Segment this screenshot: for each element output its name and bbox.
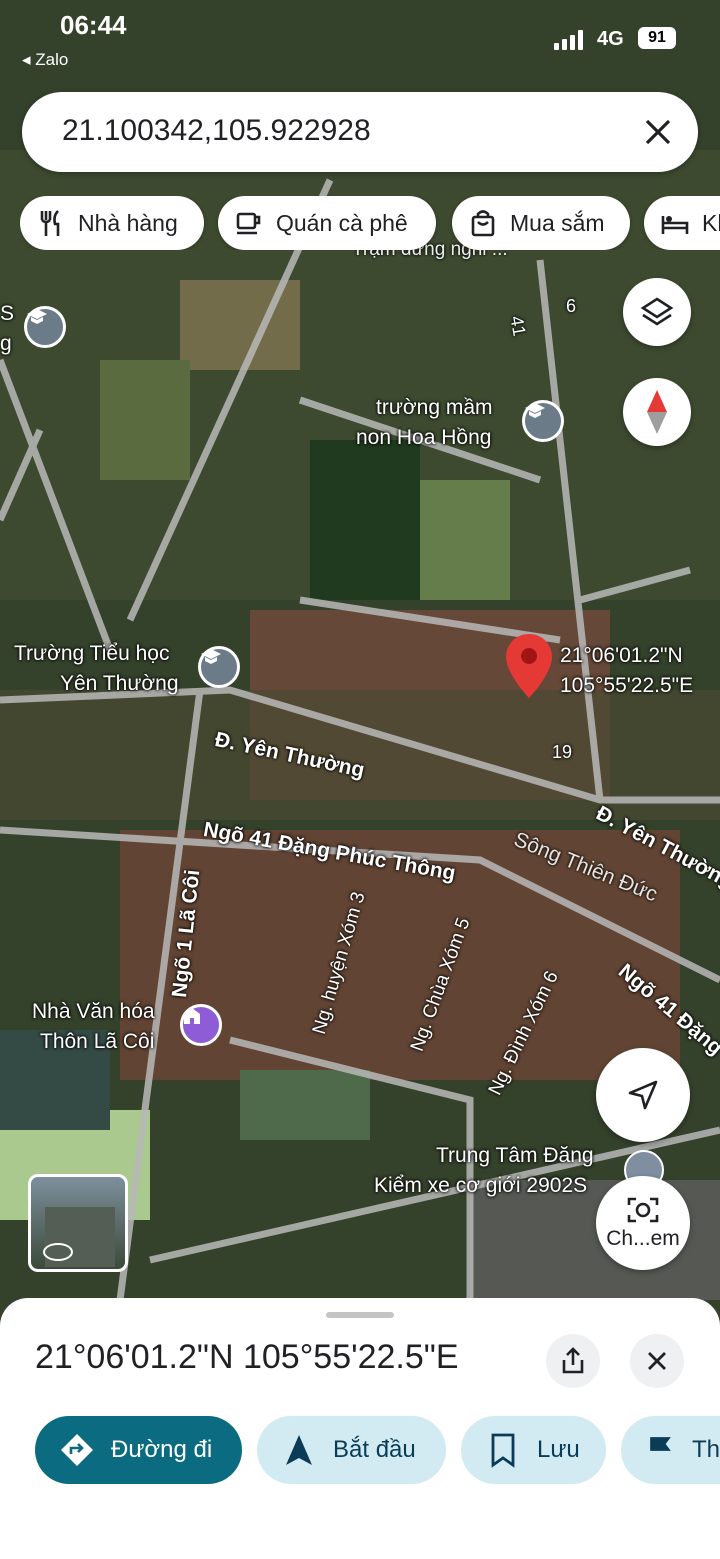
directions-icon (61, 1434, 93, 1466)
camera-lens-icon (627, 1197, 659, 1223)
close-icon (648, 1352, 666, 1370)
shopping-bag-icon (471, 210, 495, 237)
chip-label: Quán cà phê (276, 209, 408, 236)
bookmark-icon (491, 1433, 515, 1468)
label-label: Th (691, 1436, 720, 1463)
map-label-primary-2: Yên Thường (60, 672, 179, 695)
network-type: 4G (597, 28, 624, 50)
map-label-center-1: Trung Tâm Đăng (436, 1144, 594, 1167)
signal-icon (554, 30, 588, 50)
flag-icon (650, 1437, 671, 1464)
navigate-arrow-icon (286, 1435, 312, 1465)
map-label-19: 19 (552, 742, 573, 762)
map-label-house-1: Nhà Văn hóa (32, 1000, 155, 1023)
layers-icon (640, 297, 674, 326)
cultural-house-poi-icon[interactable] (180, 1004, 222, 1046)
battery-icon: 91 (638, 27, 676, 49)
search-bar[interactable]: 21.100342,105.922928 (22, 92, 698, 172)
back-to-app-link[interactable]: ◂ Zalo (22, 50, 68, 70)
rotate-360-icon (43, 1243, 73, 1261)
compass-button[interactable] (623, 378, 691, 446)
share-icon (562, 1347, 584, 1374)
layers-button[interactable] (623, 278, 691, 346)
my-location-button[interactable] (596, 1048, 690, 1142)
primary-school-poi-icon[interactable] (198, 646, 240, 688)
clear-search-close-icon[interactable] (644, 110, 672, 155)
share-button[interactable] (546, 1334, 600, 1388)
start-button[interactable]: Bắt đầu (257, 1416, 446, 1484)
chip-label: Nhà hàng (78, 209, 178, 236)
map-label-center-2: Kiểm xe cơ giới 2902S (374, 1174, 588, 1197)
save-label: Lưu (537, 1436, 580, 1463)
pin-label-lat: 21°06'01.2"N (560, 644, 683, 667)
directions-label: Đường đi (111, 1436, 213, 1463)
lens-label: Ch...em (606, 1227, 680, 1250)
compass-icon (647, 390, 667, 434)
chip-coffee[interactable]: Quán cà phê (218, 196, 436, 250)
label-button[interactable]: Th (621, 1416, 720, 1484)
place-coordinates: 21°06'01.2"N 105°55'22.5"E (35, 1338, 459, 1376)
status-time: 06:44 (60, 10, 127, 40)
navigation-icon (628, 1080, 658, 1110)
map-label-g: g (0, 332, 12, 355)
start-label: Bắt đầu (333, 1436, 416, 1463)
lens-button[interactable]: Ch...em (596, 1176, 690, 1270)
chip-label: Kh (702, 209, 720, 236)
map-label-6: 6 (566, 296, 577, 316)
map-label-house-2: Thôn Lã Côi (40, 1030, 155, 1053)
chip-hotels[interactable]: Kh (644, 196, 720, 250)
place-bottom-sheet[interactable]: 21°06'01.2"N 105°55'22.5"E Đường đi Bắt … (0, 1298, 720, 1559)
street-view-thumbnail[interactable] (28, 1174, 128, 1272)
map-label-s: S (0, 302, 15, 325)
search-query[interactable]: 21.100342,105.922928 (62, 114, 371, 148)
restaurant-icon (40, 210, 60, 236)
chip-label: Mua sắm (510, 209, 605, 236)
directions-button[interactable]: Đường đi (35, 1416, 242, 1484)
map-label-kindergarten-1: trường mầm (376, 396, 493, 419)
category-chips: Nhà hàng Quán cà phê Mua sắm Kh (20, 196, 720, 250)
map-label-kindergarten-2: non Hoa Hồng (356, 426, 492, 449)
pin-label-lng: 105°55'22.5"E (560, 674, 694, 697)
school-poi-icon[interactable] (24, 306, 66, 348)
coffee-icon (236, 212, 261, 235)
hotel-icon (661, 216, 689, 234)
chip-restaurants[interactable]: Nhà hàng (20, 196, 204, 250)
map-label-primary-1: Trường Tiểu học (14, 642, 170, 665)
chip-shopping[interactable]: Mua sắm (452, 196, 630, 250)
drag-handle[interactable] (326, 1312, 394, 1318)
close-sheet-button[interactable] (630, 1334, 684, 1388)
kindergarten-poi-icon[interactable] (522, 400, 564, 442)
save-button[interactable]: Lưu (461, 1416, 606, 1484)
status-bar: 06:44 ◂ Zalo 4G 91 (0, 0, 720, 80)
